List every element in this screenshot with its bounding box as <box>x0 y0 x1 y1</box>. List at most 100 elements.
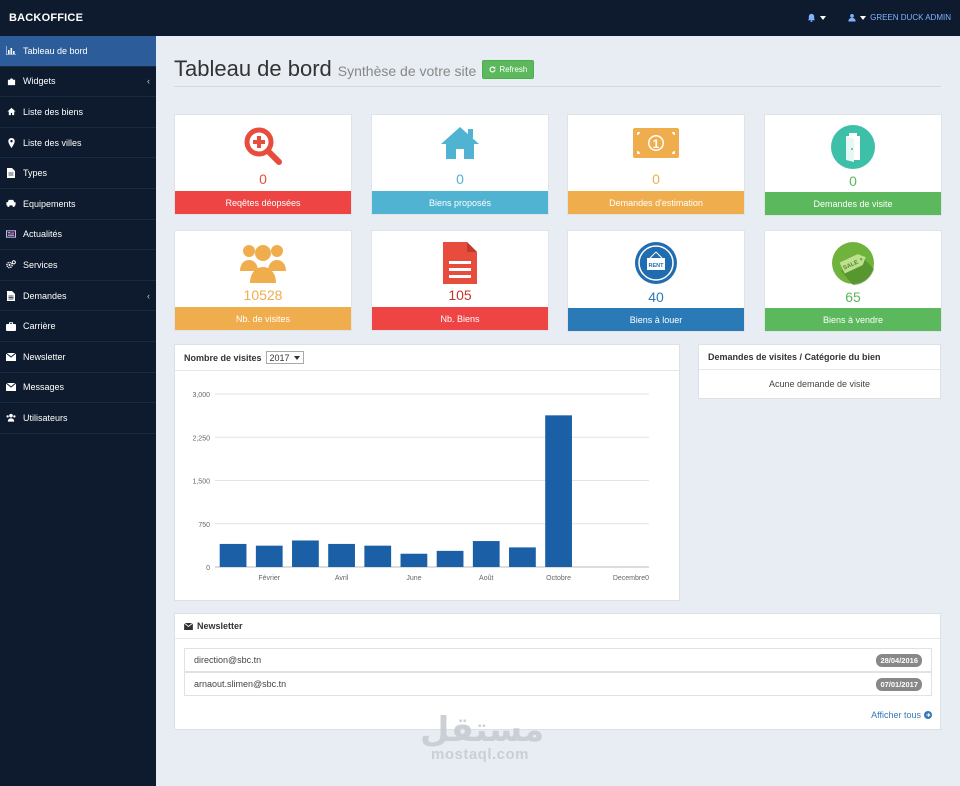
chart-bar <box>255 545 283 567</box>
subscriber-email: direction@sbc.tn <box>194 655 262 665</box>
year-select[interactable]: 2017 <box>265 351 304 364</box>
panel-heading: Nombre de visites 2017 <box>175 345 679 371</box>
tile-value: 65 <box>845 289 861 305</box>
y-tick-label: 0 <box>206 565 210 572</box>
x-tick-label: Avril <box>335 575 349 582</box>
rent-sign-icon: RENT <box>568 241 744 287</box>
tile-demandes-visite[interactable]: 0 Demandes de visite <box>764 114 942 216</box>
sidebar-item-demandes[interactable]: Demandes ‹ <box>0 281 156 312</box>
user-name: GREEN DUCK ADMIN <box>870 13 951 22</box>
panel-heading: Demandes de visites / Catégorie du bien <box>699 345 940 370</box>
home-icon <box>6 107 16 117</box>
sidebar-item-label: Services <box>23 259 58 270</box>
chart-bar <box>292 540 319 567</box>
tile-label: Biens à vendre <box>765 308 941 331</box>
main-content: Tableau de bord Synthèse de votre site R… <box>156 36 960 786</box>
sidebar-item-label: Liste des villes <box>23 137 82 148</box>
sidebar-item-types[interactable]: Types <box>0 158 156 189</box>
user-menu-dropdown[interactable]: GREEN DUCK ADMIN <box>848 13 951 22</box>
sidebar-item-newsletter[interactable]: Newsletter <box>0 342 156 373</box>
tile-value: 40 <box>648 289 664 305</box>
tile-biens-a-louer[interactable]: RENT 40 Biens à louer <box>567 230 745 332</box>
tile-label: Nb. de visites <box>175 307 351 330</box>
chart-bar <box>436 550 464 567</box>
banknote-icon: 1 <box>568 125 744 171</box>
tile-demandes-estimation[interactable]: 1 0 Demandes d'estimation <box>567 114 745 215</box>
tile-nb-biens[interactable]: 105 Nb. Biens <box>371 230 549 331</box>
sidebar-item-label: Types <box>23 168 48 179</box>
sidebar-item-liste-des-biens[interactable]: Liste des biens <box>0 97 156 128</box>
tile-value: 10528 <box>243 287 283 303</box>
sidebar-item-label: Liste des biens <box>23 106 84 117</box>
sidebar-item-equipements[interactable]: Equipements <box>0 189 156 220</box>
brand-logo[interactable]: BACKOFFICE <box>9 12 83 24</box>
tile-value: 0 <box>259 171 267 187</box>
chart-bar <box>509 547 536 567</box>
sidebar-item-tableau-de-bord[interactable]: Tableau de bord <box>0 36 156 67</box>
y-tick-label: 3,000 <box>192 392 210 399</box>
visits-bar-chart: 0 750 1,500 2,250 3,000 Février Avril June Août O… <box>192 392 649 582</box>
puzzle-icon <box>6 76 16 86</box>
sidebar-item-messages[interactable]: Messages <box>0 373 156 404</box>
top-navbar: BACKOFFICE GREEN DUCK ADMIN <box>0 0 960 36</box>
sidebar-item-utilisateurs[interactable]: Utilisateurs <box>0 403 156 434</box>
tile-nb-visites[interactable]: 10528 Nb. de visites <box>174 230 352 331</box>
sidebar-item-label: Actualités <box>23 229 63 240</box>
watermark-arabic: مستقل <box>420 710 545 750</box>
tile-label: Biens proposés <box>372 191 548 214</box>
arrow-circle-right-icon <box>924 711 932 719</box>
map-marker-icon <box>6 137 16 148</box>
x-tick-label: Février <box>258 575 280 582</box>
year-select-value: 2017 <box>269 352 290 363</box>
y-tick-label: 750 <box>198 522 210 529</box>
sidebar-item-label: Utilisateurs <box>23 412 68 423</box>
chevron-down-icon <box>820 15 827 20</box>
subscriber-email: arnaout.slimen@sbc.tn <box>194 679 287 689</box>
bar-chart-icon <box>6 46 16 56</box>
x-tick-label: Octobre <box>546 575 571 582</box>
list-item[interactable]: arnaout.slimen@sbc.tn 07/01/2017 <box>184 672 932 696</box>
tile-label: Demandes de visite <box>765 192 941 215</box>
refresh-label: Refresh <box>499 65 528 74</box>
chevron-left-icon: ‹ <box>147 290 150 301</box>
sidebar-item-liste-des-villes[interactable]: Liste des villes <box>0 128 156 159</box>
tile-label: Demandes d'estimation <box>568 191 744 214</box>
sidebar-item-actualites[interactable]: Actualités <box>0 220 156 251</box>
house-icon <box>372 125 548 171</box>
panel-heading: Newsletter <box>175 614 940 639</box>
users-icon <box>6 413 16 423</box>
chevron-down-icon <box>293 355 300 360</box>
visit-requests-panel: Demandes de visites / Catégorie du bien … <box>698 344 941 399</box>
sidebar-item-widgets[interactable]: Widgets ‹ <box>0 67 156 98</box>
envelope-icon <box>184 622 193 630</box>
watermark-logo: مستقل mostaql.com <box>420 710 545 763</box>
tile-value: 0 <box>456 171 464 187</box>
tile-requetes[interactable]: 0 Reqêtes déopsées <box>174 114 352 215</box>
sidebar-item-label: Tableau de bord <box>23 45 88 56</box>
x-tick-label: Decembre0 <box>613 575 649 582</box>
chart-bar <box>364 545 392 567</box>
refresh-button[interactable]: Refresh <box>482 60 535 79</box>
sidebar-item-services[interactable]: Services <box>0 250 156 281</box>
car-icon <box>6 199 16 209</box>
show-all-link[interactable]: Afficher tous <box>871 710 932 720</box>
list-item[interactable]: direction@sbc.tn 28/04/2016 <box>184 648 932 672</box>
briefcase-icon <box>6 321 16 331</box>
sidebar-item-label: Widgets <box>23 76 56 87</box>
x-tick-label: June <box>406 575 421 582</box>
chevron-left-icon: ‹ <box>147 76 150 87</box>
document-icon <box>372 241 548 287</box>
notifications-dropdown[interactable] <box>807 13 827 22</box>
chart-bar <box>472 541 500 567</box>
file-text-icon <box>6 290 16 301</box>
y-tick-label: 1,500 <box>192 479 210 486</box>
envelope-icon <box>6 352 16 362</box>
tile-value: 0 <box>652 171 660 187</box>
tile-biens-a-vendre[interactable]: SALE 65 Biens à vendre <box>764 230 942 332</box>
tile-biens-proposes[interactable]: 0 Biens proposés <box>371 114 549 215</box>
refresh-icon <box>489 66 496 73</box>
sidebar-item-carriere[interactable]: Carrière <box>0 311 156 342</box>
sidebar-item-label: Carrière <box>23 321 56 332</box>
chart-bar <box>400 553 428 567</box>
panel-title: Nombre de visites <box>184 352 262 363</box>
